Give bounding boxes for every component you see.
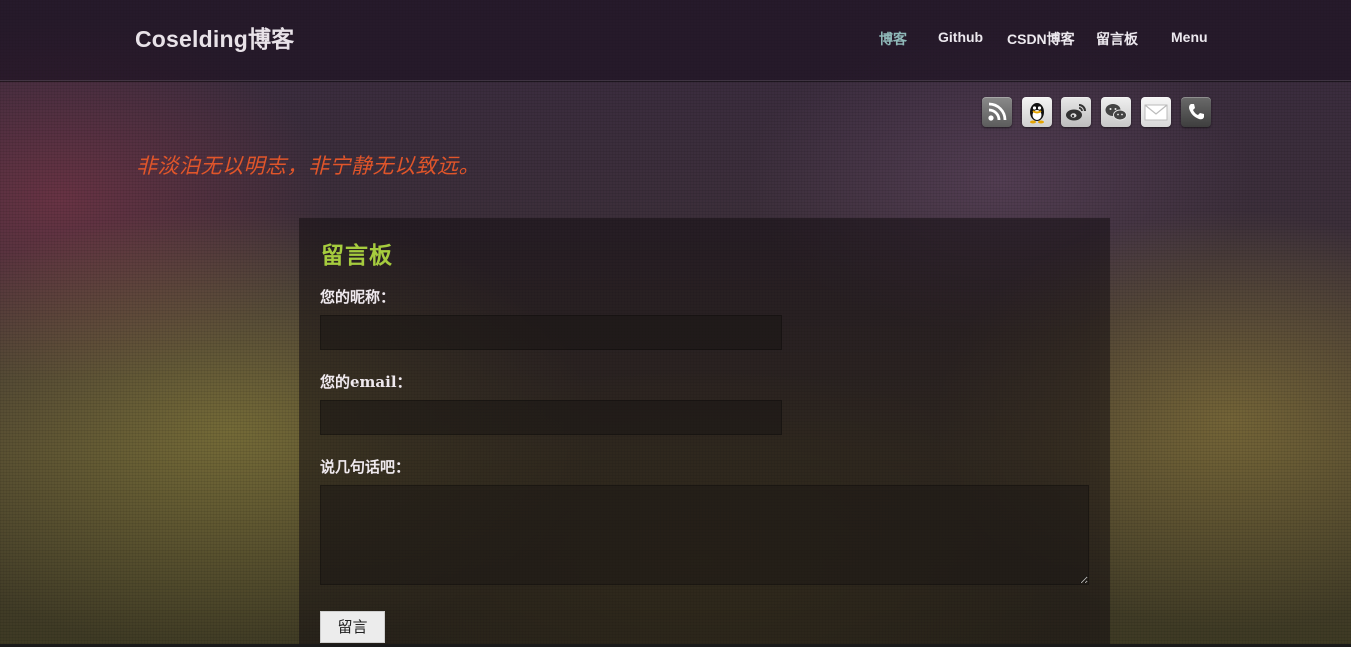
nav-item-github[interactable]: Github (938, 29, 983, 45)
wechat-icon[interactable] (1101, 97, 1131, 127)
message-label: 说几句话吧： (320, 458, 411, 476)
mail-icon[interactable] (1141, 97, 1171, 127)
email-input[interactable] (320, 400, 782, 435)
email-label: 您的email： (320, 373, 412, 391)
motto-text: 非淡泊无以明志，非宁静无以致远。 (136, 154, 480, 178)
top-navbar: Coselding博客 博客 Github CSDN博客 留言板 Menu (0, 0, 1351, 81)
nav-item-menu[interactable]: Menu (1171, 29, 1208, 45)
nickname-input[interactable] (320, 315, 782, 350)
submit-button[interactable]: 留言 (320, 611, 385, 643)
message-textarea[interactable] (320, 485, 1089, 585)
phone-icon[interactable] (1181, 97, 1211, 127)
guestbook-title: 留言板 (321, 242, 393, 269)
qq-icon[interactable] (1022, 97, 1052, 127)
nav-item-blog[interactable]: 博客 (879, 29, 907, 49)
nav-item-csdn[interactable]: CSDN博客 (1007, 29, 1075, 49)
main-nav: 博客 Github CSDN博客 留言板 Menu (0, 29, 1351, 49)
social-links (0, 97, 1351, 127)
nav-item-guestbook[interactable]: 留言板 (1096, 29, 1138, 49)
rss-icon[interactable] (982, 97, 1012, 127)
weibo-icon[interactable] (1061, 97, 1091, 127)
guestbook-panel: 留言板 您的昵称： 您的email： 说几句话吧： 留言 (299, 218, 1110, 647)
nickname-label: 您的昵称： (320, 288, 396, 306)
